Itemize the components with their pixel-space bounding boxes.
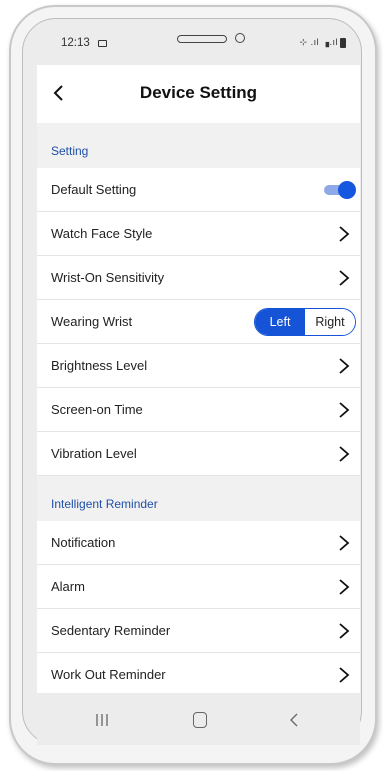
row-wrist-on-sensitivity[interactable]: Wrist-On Sensitivity (37, 256, 360, 300)
row-label: Wrist-On Sensitivity (51, 270, 165, 285)
section-header-setting: Setting (37, 123, 360, 168)
row-default-setting[interactable]: Default Setting (37, 168, 360, 212)
row-screen-on-time[interactable]: Screen-on Time (37, 388, 360, 432)
toggle-knob (338, 181, 356, 199)
default-setting-toggle[interactable] (324, 181, 356, 199)
row-label: Vibration Level (51, 446, 137, 461)
row-work-out-reminder[interactable]: Work Out Reminder (37, 653, 360, 697)
row-wearing-wrist: Wearing Wrist Left Right (37, 300, 360, 344)
status-bar: 12:13 ⊹ .ıl ▗.ıl (37, 25, 360, 65)
signal-icons: ⊹ .ıl ▗.ıl (299, 37, 338, 47)
row-watch-face-style[interactable]: Watch Face Style (37, 212, 360, 256)
section-title: Intelligent Reminder (51, 497, 158, 511)
status-time: 12:13 (61, 37, 90, 49)
row-alarm[interactable]: Alarm (37, 565, 360, 609)
row-label: Work Out Reminder (51, 667, 166, 682)
chevron-right-icon (339, 579, 350, 595)
segment-right[interactable]: Right (305, 309, 355, 335)
row-notification[interactable]: Notification (37, 521, 360, 565)
row-label: Wearing Wrist (51, 314, 133, 329)
section-header-intelligent-reminder: Intelligent Reminder (37, 476, 360, 521)
chevron-right-icon (339, 358, 350, 374)
speaker-slot (177, 35, 227, 43)
home-icon[interactable] (193, 712, 207, 728)
chevron-right-icon (339, 535, 350, 551)
row-vibration-level[interactable]: Vibration Level (37, 432, 360, 476)
recents-icon[interactable] (95, 713, 109, 727)
row-label: Sedentary Reminder (51, 623, 171, 638)
row-label: Alarm (51, 579, 85, 594)
section-title: Setting (51, 144, 89, 158)
row-label: Screen-on Time (51, 402, 143, 417)
chevron-right-icon (339, 667, 350, 683)
row-label: Watch Face Style (51, 226, 153, 241)
app-header: Device Setting (37, 65, 360, 123)
chevron-right-icon (339, 402, 350, 418)
row-label: Notification (51, 535, 116, 550)
camera-icon (235, 33, 245, 43)
device-screen: 12:13 ⊹ .ıl ▗.ıl Device Setting Setting … (37, 25, 360, 745)
segment-left[interactable]: Left (255, 309, 305, 335)
gallery-icon (98, 40, 107, 47)
chevron-right-icon (339, 226, 350, 242)
row-brightness-level[interactable]: Brightness Level (37, 344, 360, 388)
battery-icon (340, 38, 346, 48)
chevron-right-icon (339, 623, 350, 639)
row-label: Default Setting (51, 182, 137, 197)
system-nav-bar (37, 693, 360, 745)
chevron-right-icon (339, 270, 350, 286)
wearing-wrist-segmented-control: Left Right (254, 308, 356, 336)
row-sedentary-reminder[interactable]: Sedentary Reminder (37, 609, 360, 653)
row-label: Brightness Level (51, 358, 148, 373)
back-nav-icon[interactable] (289, 712, 299, 728)
page-title: Device Setting (139, 83, 258, 102)
chevron-right-icon (339, 446, 350, 462)
